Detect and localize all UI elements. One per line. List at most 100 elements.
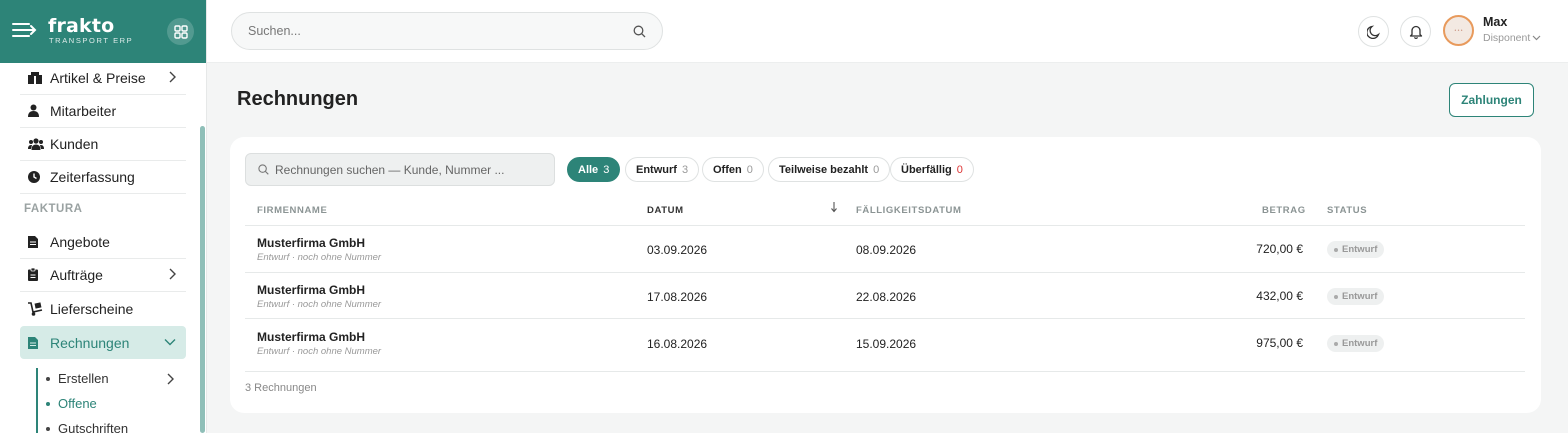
divider [20,193,186,194]
invoice-icon [28,336,48,349]
bell-icon [1409,25,1422,39]
status-badge: Entwurf [1327,335,1385,352]
table-search [245,153,555,186]
users-icon [28,137,48,150]
chip-label: Alle [578,163,599,176]
table-row[interactable]: Musterfirma GmbH Entwurf · noch ohne Num… [245,320,1525,366]
subitem-gutschriften[interactable]: Gutschriften [46,421,128,433]
filter-chip-teilweise-bezahlt[interactable]: Teilweise bezahlt 0 [768,157,891,182]
subitem-label: Offene [58,396,97,411]
page-title: Rechnungen [237,88,359,110]
row-firm: Musterfirma GmbH [257,283,366,297]
chip-count: 0 [746,163,753,176]
sidebar-item-kunden[interactable]: Kunden [20,127,186,160]
search-icon[interactable] [633,25,646,38]
person-icon [28,104,48,117]
apps-button[interactable] [167,18,194,45]
sort-desc-icon[interactable] [830,201,838,213]
column-header-date[interactable]: DATUM [647,205,684,216]
chip-label: Offen [713,163,742,176]
boxes-icon [28,71,48,84]
invoice-search-input[interactable] [275,154,545,185]
chevron-right-icon [169,71,176,83]
column-header-status[interactable]: STATUS [1327,205,1367,216]
row-note: Entwurf · noch ohne Nummer [257,346,382,357]
column-header-amount[interactable]: BETRAG [1262,205,1306,216]
status-dot [1334,341,1338,346]
status-dot [1334,247,1338,252]
top-bar: • • • Max Disponent [207,0,1568,63]
chip-label: Überfällig [901,163,952,176]
chevron-right-icon [169,268,176,280]
sidebar-item-label: Angebote [50,233,110,250]
moon-icon [1366,25,1380,39]
filter-chip-entwurf[interactable]: Entwurf 3 [625,157,700,182]
sidebar-item-label: Aufträge [50,266,103,283]
row-due-date: 08.09.2026 [856,243,917,257]
row-firm: Musterfirma GmbH [257,330,366,344]
sidebar: frakto TRANSPORT ERP Artikel & Preise Mi… [0,0,207,433]
table-row[interactable]: Musterfirma GmbH Entwurf · noch ohne Num… [245,273,1525,319]
global-search [231,12,663,50]
chip-label: Entwurf [636,163,677,176]
row-note: Entwurf · noch ohne Nummer [257,252,382,263]
row-amount: 975,00 € [1256,336,1303,350]
brand-subtitle: TRANSPORT ERP [49,36,134,45]
sidebar-item-angebote[interactable]: Angebote [20,225,186,258]
row-amount: 432,00 € [1256,289,1303,303]
sidebar-item-auftraege[interactable]: Aufträge [20,258,186,291]
chevron-down-icon [164,339,176,346]
document-icon [28,235,48,248]
sidebar-item-mitarbeiter[interactable]: Mitarbeiter [20,94,186,127]
theme-toggle-button[interactable] [1358,16,1389,47]
sidebar-item-zeiterfassung[interactable]: Zeiterfassung [20,160,186,193]
status-dot [1334,294,1338,299]
row-note: Entwurf · noch ohne Nummer [257,299,382,310]
sidebar-item-label: Artikel & Preise [50,69,146,86]
divider [245,371,1525,372]
notifications-button[interactable] [1400,16,1431,47]
sidebar-item-label: Lieferscheine [50,300,134,317]
row-due-date: 15.09.2026 [856,337,917,351]
search-icon [258,164,269,175]
table-row[interactable]: Musterfirma GmbH Entwurf · noch ohne Num… [245,226,1525,272]
subitem-erstellen[interactable]: Erstellen [46,371,174,386]
column-header-due[interactable]: FÄLLIGKEITSDATUM [856,205,961,216]
divider [245,318,1525,319]
result-count: 3 Rechnungen [245,382,317,394]
sidebar-item-label: Kunden [50,135,99,152]
row-amount: 720,00 € [1256,242,1303,256]
status-label: Entwurf [1342,244,1378,255]
search-input[interactable] [248,13,618,49]
brand-name[interactable]: frakto [48,15,114,37]
sidebar-item-rechnungen[interactable]: Rechnungen [20,326,186,359]
filter-chip-alle[interactable]: Alle 3 [567,157,621,182]
section-heading: FAKTURA [24,203,83,215]
menu-toggle-icon[interactable] [12,19,38,41]
user-role-dropdown[interactable]: Disponent [1483,32,1541,44]
status-label: Entwurf [1342,338,1378,349]
sidebar-item-label: Mitarbeiter [50,102,117,119]
subitem-label: Erstellen [58,371,109,386]
status-badge: Entwurf [1327,288,1385,305]
chevron-down-icon [1532,35,1541,41]
filter-chip-ueberfaellig[interactable]: Überfällig 0 [890,157,974,182]
brand-header: frakto TRANSPORT ERP [0,0,206,63]
row-date: 03.09.2026 [647,243,708,257]
filter-chip-offen[interactable]: Offen 0 [702,157,764,182]
clock-icon [28,170,48,183]
sidebar-item-lieferscheine[interactable]: Lieferscheine [20,292,186,325]
sidebar-scrollbar[interactable] [200,126,205,433]
chip-label: Teilweise bezahlt [779,163,869,176]
chip-count: 0 [873,163,880,176]
subitem-offene[interactable]: Offene [46,396,97,411]
payments-button[interactable]: Zahlungen [1449,83,1534,117]
column-header-firm[interactable]: FIRMENNAME [257,205,327,216]
row-firm: Musterfirma GmbH [257,236,366,250]
sidebar-item-artikel[interactable]: Artikel & Preise [20,61,186,94]
grid-icon [173,24,188,39]
bullet [46,426,50,431]
user-name: Max [1483,15,1508,29]
bullet [46,401,50,406]
avatar[interactable]: • • • [1443,15,1474,46]
